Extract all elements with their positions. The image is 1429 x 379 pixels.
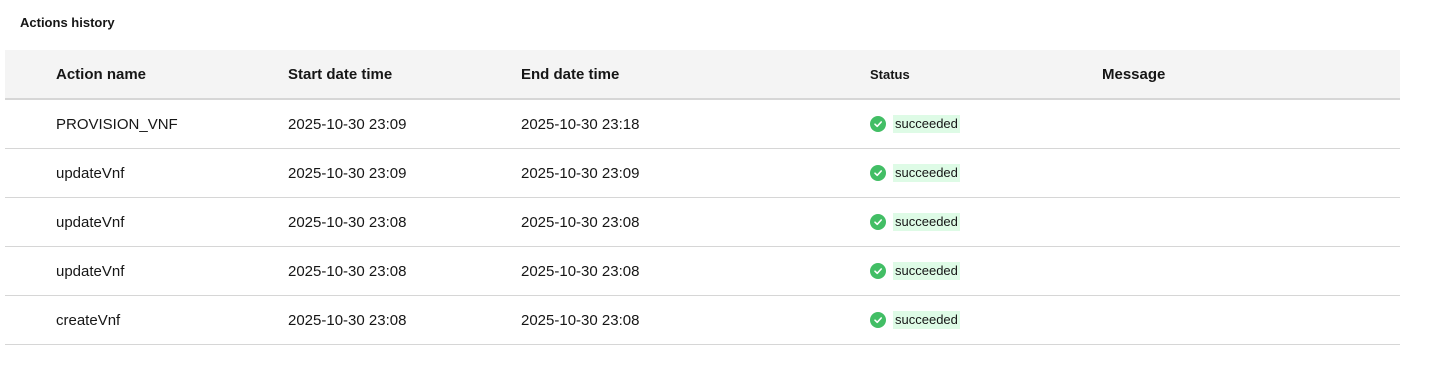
checkmark-filled-icon bbox=[870, 165, 886, 181]
status-badge: succeeded bbox=[870, 213, 960, 231]
table-row[interactable]: PROVISION_VNF 2025-10-30 23:09 2025-10-3… bbox=[5, 100, 1400, 149]
cell-end-date-time: 2025-10-30 23:18 bbox=[521, 115, 640, 133]
cell-start-date-time: 2025-10-30 23:08 bbox=[288, 262, 407, 280]
status-badge: succeeded bbox=[870, 262, 960, 280]
cell-end-date-time: 2025-10-30 23:09 bbox=[521, 164, 640, 182]
status-label: succeeded bbox=[893, 262, 960, 280]
table-header: Action name Start date time End date tim… bbox=[5, 50, 1400, 100]
cell-status: succeeded bbox=[870, 213, 960, 231]
cell-start-date-time: 2025-10-30 23:08 bbox=[288, 311, 407, 329]
checkmark-filled-icon bbox=[870, 263, 886, 279]
checkmark-filled-icon bbox=[870, 214, 886, 230]
cell-status: succeeded bbox=[870, 262, 960, 280]
header-message[interactable]: Message bbox=[1102, 66, 1165, 83]
cell-status: succeeded bbox=[870, 311, 960, 329]
status-label: succeeded bbox=[893, 311, 960, 329]
cell-start-date-time: 2025-10-30 23:08 bbox=[288, 213, 407, 231]
status-label: succeeded bbox=[893, 164, 960, 182]
status-label: succeeded bbox=[893, 115, 960, 133]
cell-status: succeeded bbox=[870, 164, 960, 182]
checkmark-filled-icon bbox=[870, 116, 886, 132]
status-badge: succeeded bbox=[870, 164, 960, 182]
cell-status: succeeded bbox=[870, 115, 960, 133]
page-title: Actions history bbox=[20, 15, 115, 30]
cell-action-name: PROVISION_VNF bbox=[56, 115, 178, 133]
status-label: succeeded bbox=[893, 213, 960, 231]
cell-action-name: updateVnf bbox=[56, 164, 125, 182]
table-row[interactable]: updateVnf 2025-10-30 23:08 2025-10-30 23… bbox=[5, 247, 1400, 296]
cell-end-date-time: 2025-10-30 23:08 bbox=[521, 262, 640, 280]
checkmark-filled-icon bbox=[870, 312, 886, 328]
cell-action-name: updateVnf bbox=[56, 262, 125, 280]
header-action-name[interactable]: Action name bbox=[56, 66, 146, 83]
cell-end-date-time: 2025-10-30 23:08 bbox=[521, 213, 640, 231]
cell-action-name: createVnf bbox=[56, 311, 121, 329]
cell-action-name: updateVnf bbox=[56, 213, 125, 231]
header-status[interactable]: Status bbox=[870, 67, 910, 82]
cell-end-date-time: 2025-10-30 23:08 bbox=[521, 311, 640, 329]
table-row[interactable]: updateVnf 2025-10-30 23:08 2025-10-30 23… bbox=[5, 198, 1400, 247]
cell-start-date-time: 2025-10-30 23:09 bbox=[288, 115, 407, 133]
status-badge: succeeded bbox=[870, 311, 960, 329]
status-badge: succeeded bbox=[870, 115, 960, 133]
table-row[interactable]: updateVnf 2025-10-30 23:09 2025-10-30 23… bbox=[5, 149, 1400, 198]
table-row[interactable]: createVnf 2025-10-30 23:08 2025-10-30 23… bbox=[5, 296, 1400, 345]
header-start-date-time[interactable]: Start date time bbox=[288, 66, 392, 83]
header-end-date-time[interactable]: End date time bbox=[521, 66, 619, 83]
actions-history-table: Action name Start date time End date tim… bbox=[5, 50, 1400, 345]
cell-start-date-time: 2025-10-30 23:09 bbox=[288, 164, 407, 182]
